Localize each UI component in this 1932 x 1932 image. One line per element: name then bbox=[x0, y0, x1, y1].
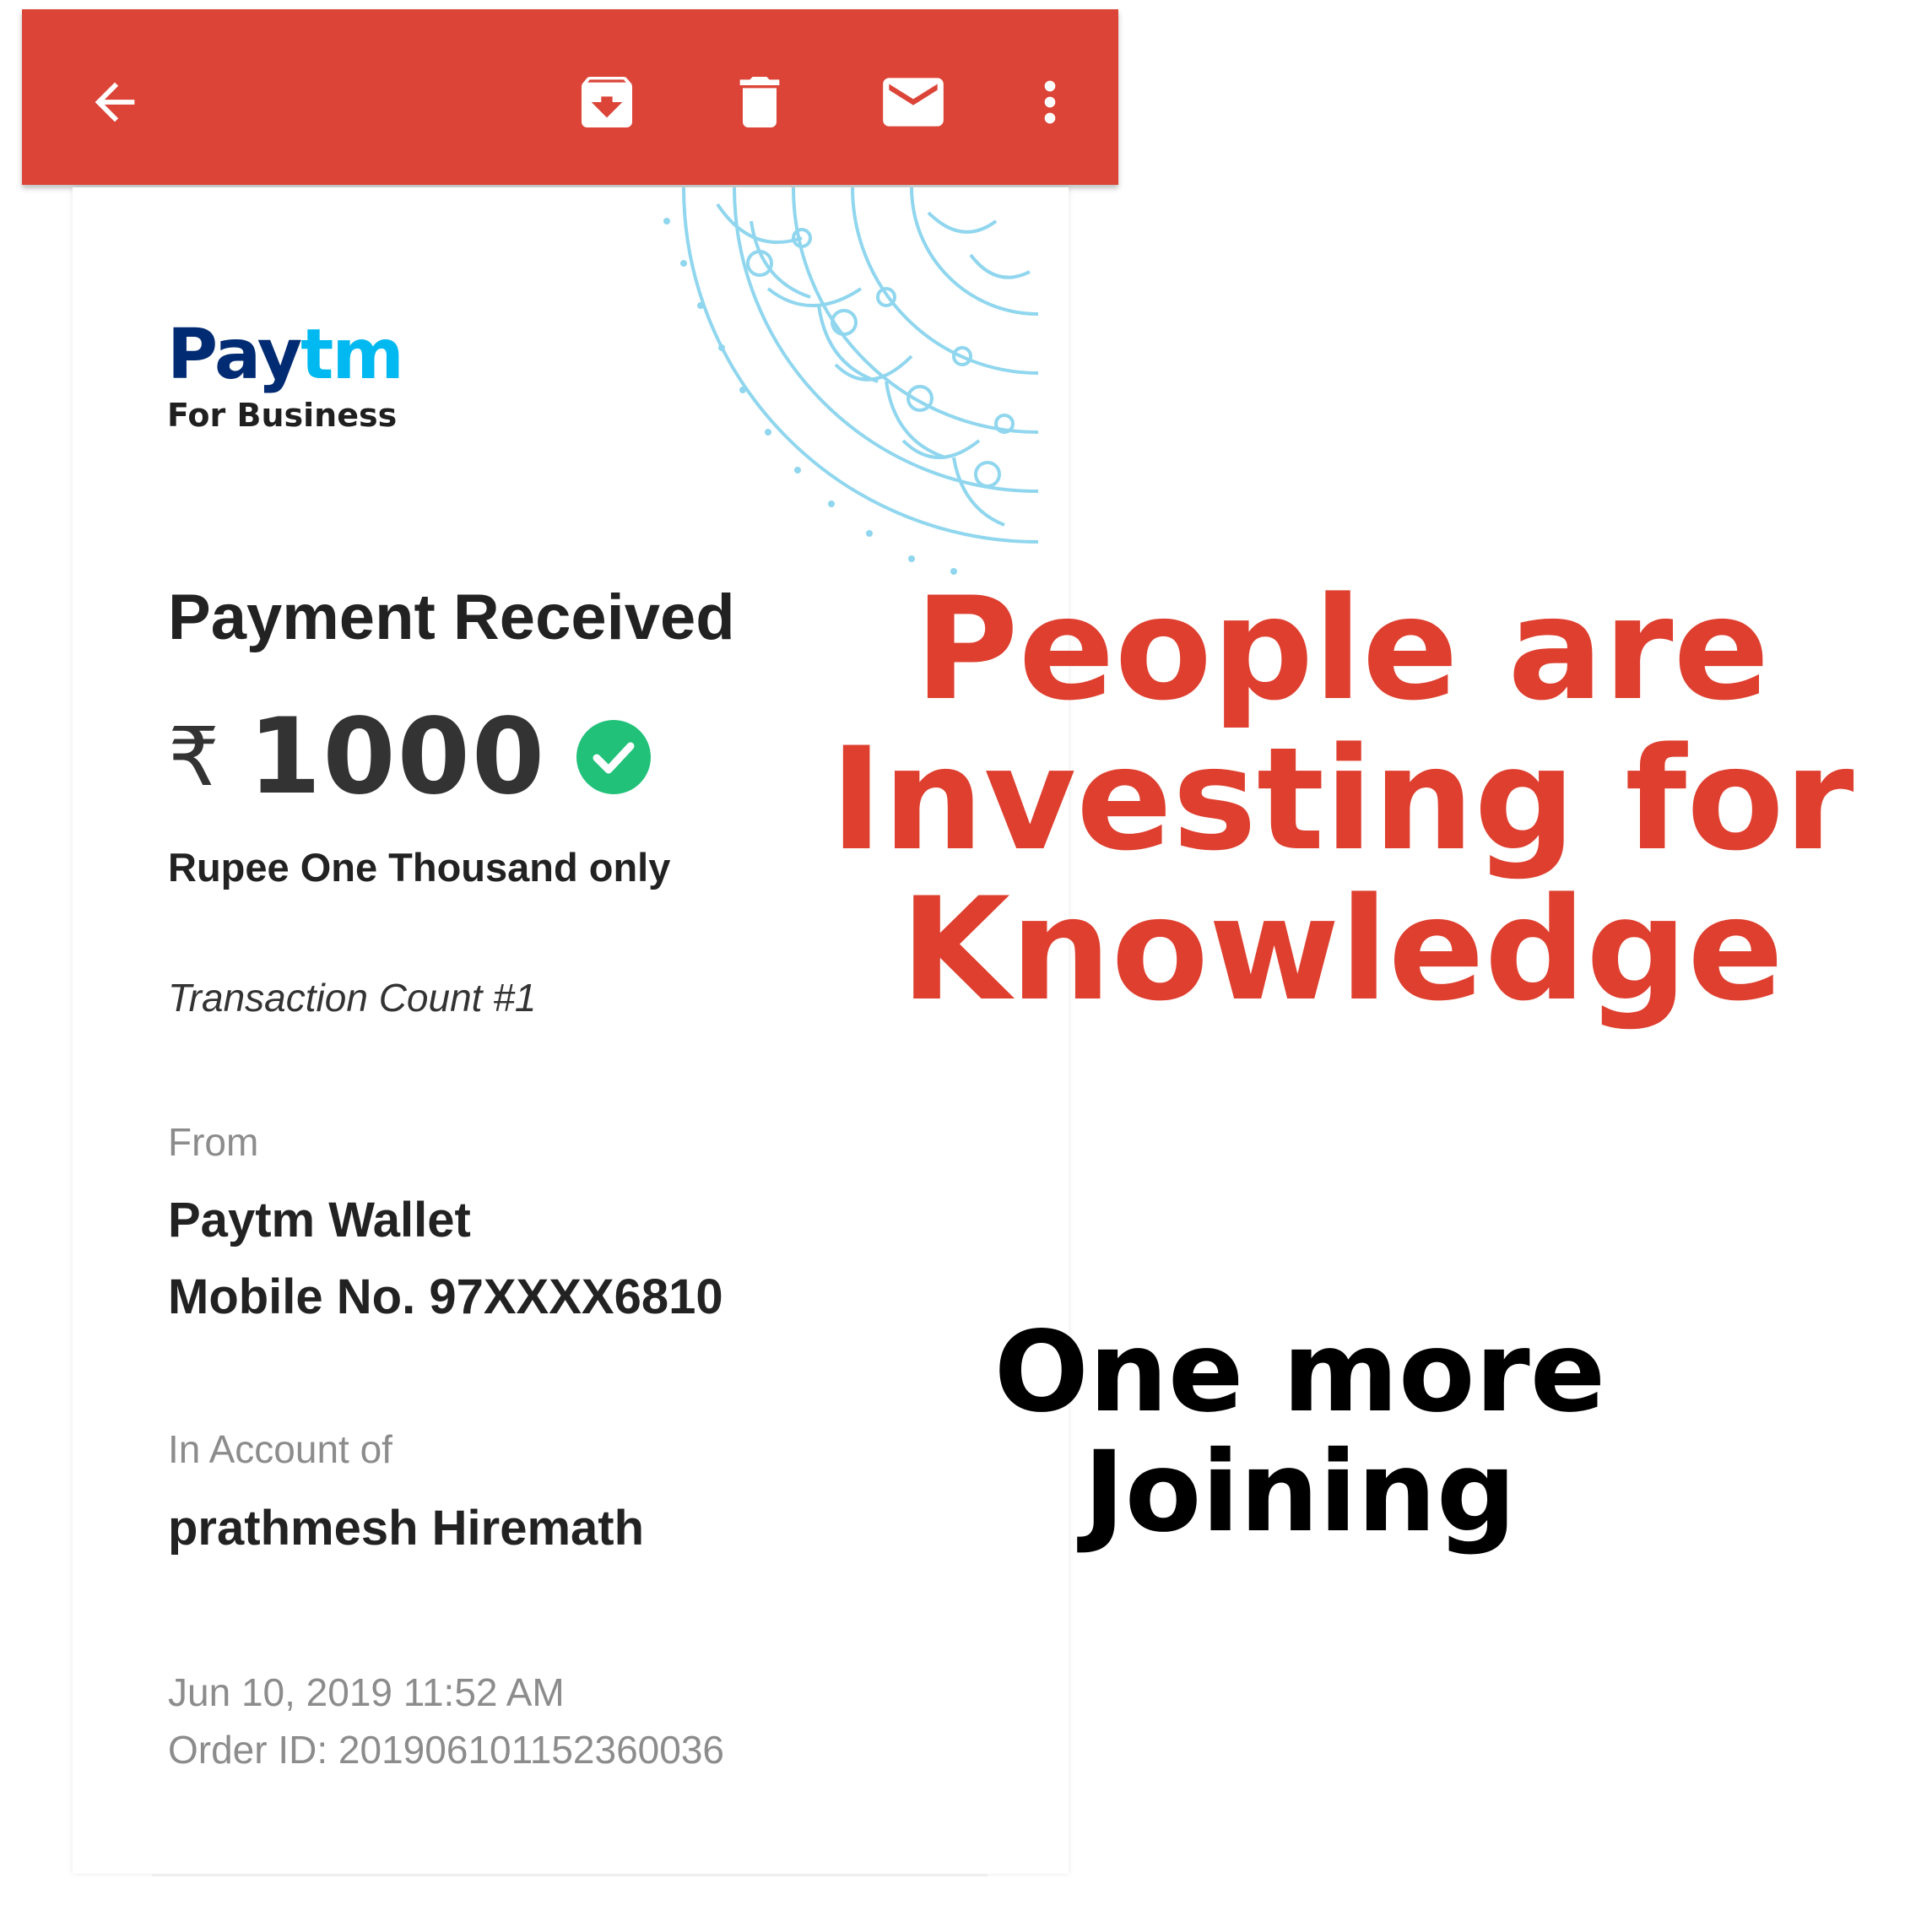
card-divider bbox=[152, 1874, 988, 1876]
account-name: prathmesh Hiremath bbox=[168, 1501, 645, 1556]
app-toolbar bbox=[22, 9, 1118, 185]
headline-line-3: Knowledge bbox=[900, 867, 1784, 1032]
transaction-datetime: Jun 10, 2019 11:52 AM bbox=[168, 1670, 565, 1714]
payment-title: Payment Received bbox=[168, 582, 735, 653]
headline-line-2: Investing for bbox=[830, 717, 1854, 882]
headline-line-1: People are bbox=[914, 566, 1770, 732]
mandala-decoration bbox=[663, 187, 1038, 575]
currency-symbol: ₹ bbox=[168, 710, 220, 804]
transaction-count: Transaction Count #1 bbox=[168, 976, 537, 1020]
amount-in-words: Rupee One Thousand only bbox=[168, 845, 671, 890]
archive-icon[interactable] bbox=[566, 62, 647, 143]
overlay-subline: One more Joining bbox=[878, 1312, 1722, 1552]
overlay-headline: People are Investing for Knowledge bbox=[802, 574, 1882, 1025]
more-vert-icon[interactable] bbox=[1009, 62, 1090, 143]
mark-unread-icon[interactable] bbox=[873, 62, 954, 143]
back-arrow-icon[interactable] bbox=[74, 62, 155, 143]
from-label: From bbox=[168, 1120, 259, 1164]
subline-line-1: One more bbox=[993, 1307, 1606, 1437]
from-name: Paytm Wallet bbox=[168, 1193, 471, 1247]
check-circle-icon bbox=[576, 720, 652, 794]
subline-line-2: Joining bbox=[1083, 1427, 1517, 1557]
amount-row: ₹ 1000 bbox=[168, 696, 652, 818]
amount-value: 1000 bbox=[248, 696, 547, 818]
account-label: In Account of bbox=[168, 1427, 392, 1471]
order-id: Order ID: 201906101152360036 bbox=[168, 1728, 725, 1772]
from-mobile: Mobile No. 97XXXX6810 bbox=[168, 1269, 723, 1324]
logo-subtitle: For Business bbox=[167, 397, 398, 434]
logo-brand-a: Pay bbox=[167, 315, 302, 395]
delete-icon[interactable] bbox=[719, 62, 800, 143]
logo-brand-b: tm bbox=[300, 315, 404, 395]
paytm-logo: Paytm bbox=[167, 321, 404, 390]
